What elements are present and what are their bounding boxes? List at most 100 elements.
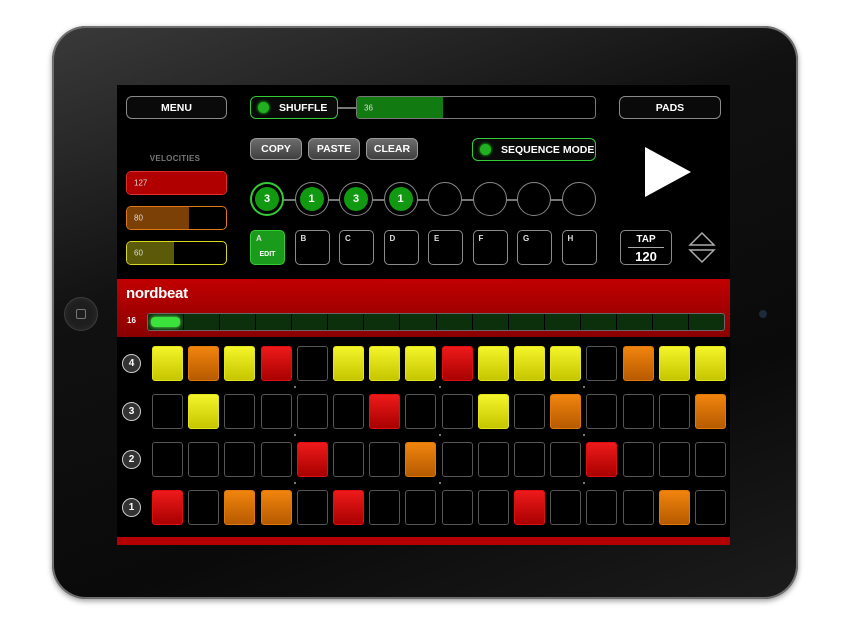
pads-button[interactable]: PADS <box>619 96 721 119</box>
step-pad[interactable] <box>405 490 437 525</box>
pattern-button-h[interactable]: H <box>561 230 597 265</box>
step-pad[interactable] <box>441 394 473 429</box>
tap-tempo-button[interactable]: TAP 120 <box>620 230 672 265</box>
step-pad[interactable] <box>477 346 509 381</box>
step-pad[interactable] <box>658 394 690 429</box>
step-pad[interactable] <box>586 346 618 381</box>
step-pad[interactable] <box>622 394 654 429</box>
track-number-2[interactable]: 2 <box>122 450 141 469</box>
chain-slot-2[interactable]: 1 <box>294 182 329 216</box>
step-pad[interactable] <box>188 394 220 429</box>
step-pad[interactable] <box>260 490 292 525</box>
step-pad[interactable] <box>405 346 437 381</box>
step-pad[interactable] <box>622 442 654 477</box>
pattern-button-f[interactable]: F <box>472 230 508 265</box>
paste-button[interactable]: PASTE <box>308 138 360 160</box>
step-pad[interactable] <box>260 394 292 429</box>
step-pad[interactable] <box>296 442 328 477</box>
step-pad[interactable] <box>695 346 726 381</box>
step-pad[interactable] <box>333 346 364 381</box>
velocity-slider-2[interactable]: 80 <box>126 206 227 230</box>
pattern-button-g[interactable]: G <box>517 230 552 265</box>
step-pad[interactable] <box>695 394 726 429</box>
track-number-1[interactable]: 1 <box>122 498 141 517</box>
step-pad[interactable] <box>477 394 509 429</box>
step-pad[interactable] <box>658 346 690 381</box>
chain-slot-6[interactable] <box>472 182 507 216</box>
step-pad[interactable] <box>260 442 292 477</box>
step-pad[interactable] <box>441 346 473 381</box>
step-pad[interactable] <box>658 490 690 525</box>
step-pad[interactable] <box>188 346 220 381</box>
step-pad[interactable] <box>369 442 401 477</box>
pattern-button-c[interactable]: C <box>339 230 374 265</box>
menu-button[interactable]: MENU <box>126 96 227 119</box>
step-pad[interactable] <box>224 490 256 525</box>
step-pad[interactable] <box>695 490 726 525</box>
step-pad[interactable] <box>296 346 328 381</box>
step-pad[interactable] <box>550 442 582 477</box>
step-pad[interactable] <box>260 346 292 381</box>
step-pad[interactable] <box>441 490 473 525</box>
step-pad[interactable] <box>296 490 328 525</box>
chain-slot-3[interactable]: 3 <box>339 182 373 216</box>
chain-slot-5[interactable] <box>428 182 462 216</box>
chain-slot-7[interactable] <box>517 182 551 216</box>
step-pad[interactable] <box>586 442 618 477</box>
shuffle-slider[interactable]: 36 <box>356 96 596 119</box>
step-pad[interactable] <box>514 442 545 477</box>
step-pad[interactable] <box>152 490 183 525</box>
play-icon[interactable] <box>645 147 691 197</box>
step-pad[interactable] <box>477 442 509 477</box>
step-pad[interactable] <box>333 394 364 429</box>
chain-slot-4[interactable]: 1 <box>383 182 418 216</box>
copy-button[interactable]: COPY <box>250 138 302 160</box>
step-pad[interactable] <box>514 490 545 525</box>
step-pad[interactable] <box>224 394 256 429</box>
pattern-button-e[interactable]: E <box>428 230 463 265</box>
step-pad[interactable] <box>296 394 328 429</box>
tempo-up-down-icon[interactable] <box>688 231 716 265</box>
step-pad[interactable] <box>586 490 618 525</box>
step-pad[interactable] <box>369 394 401 429</box>
track-number-3[interactable]: 3 <box>122 402 141 421</box>
home-button[interactable] <box>64 297 98 331</box>
step-pad[interactable] <box>188 490 220 525</box>
velocity-slider-3[interactable]: 60 <box>126 241 227 265</box>
velocity-slider-1[interactable]: 127 <box>126 171 227 195</box>
step-pad[interactable] <box>514 346 545 381</box>
step-pad[interactable] <box>152 346 183 381</box>
step-pad[interactable] <box>550 346 582 381</box>
step-pad[interactable] <box>333 490 364 525</box>
step-pad[interactable] <box>369 346 401 381</box>
pattern-button-b[interactable]: B <box>294 230 330 265</box>
chain-slot-1[interactable]: 3 <box>250 182 284 216</box>
step-pad[interactable] <box>550 490 582 525</box>
pattern-button-d[interactable]: D <box>383 230 419 265</box>
step-pad[interactable] <box>333 442 364 477</box>
step-pad[interactable] <box>550 394 582 429</box>
step-pad[interactable] <box>152 442 183 477</box>
chain-slot-8[interactable] <box>561 182 596 216</box>
step-pad[interactable] <box>405 442 437 477</box>
sequence-mode-toggle[interactable]: SEQUENCE MODE <box>472 138 596 161</box>
step-pad[interactable] <box>441 442 473 477</box>
step-pad[interactable] <box>152 394 183 429</box>
step-pad[interactable] <box>658 442 690 477</box>
step-pad[interactable] <box>224 346 256 381</box>
step-pad[interactable] <box>586 394 618 429</box>
shuffle-toggle[interactable]: SHUFFLE <box>250 96 338 119</box>
step-pad[interactable] <box>224 442 256 477</box>
track-number-4[interactable]: 4 <box>122 354 141 373</box>
step-pad[interactable] <box>369 490 401 525</box>
step-pad[interactable] <box>622 490 654 525</box>
clear-button[interactable]: CLEAR <box>366 138 418 160</box>
step-pad[interactable] <box>188 442 220 477</box>
step-pad[interactable] <box>514 394 545 429</box>
step-pad[interactable] <box>695 442 726 477</box>
pattern-button-a[interactable]: A EDIT <box>250 230 285 265</box>
step-pad[interactable] <box>405 394 437 429</box>
step-pad[interactable] <box>622 346 654 381</box>
steps-count[interactable]: 16 <box>127 316 136 325</box>
step-pad[interactable] <box>477 490 509 525</box>
